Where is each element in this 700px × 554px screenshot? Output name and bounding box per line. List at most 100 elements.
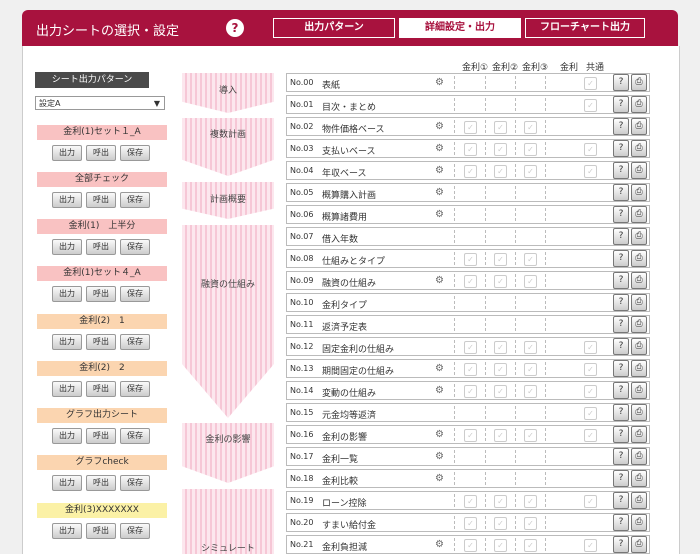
- help-icon[interactable]: ?: [613, 118, 629, 135]
- common-checkbox[interactable]: ✓: [584, 165, 597, 178]
- save-button[interactable]: 保存: [120, 523, 150, 539]
- gear-icon[interactable]: ⚙: [435, 539, 444, 550]
- gear-icon[interactable]: ⚙: [435, 121, 444, 132]
- rate-checkbox[interactable]: ✓: [494, 165, 507, 178]
- recall-button[interactable]: 呼出: [86, 145, 116, 161]
- help-icon[interactable]: ?: [613, 272, 629, 289]
- help-icon[interactable]: ?: [613, 162, 629, 179]
- rate-checkbox[interactable]: ✓: [494, 121, 507, 134]
- rate-checkbox[interactable]: ✓: [494, 143, 507, 156]
- gear-icon[interactable]: ⚙: [435, 385, 444, 396]
- rate-checkbox[interactable]: ✓: [524, 385, 537, 398]
- help-icon[interactable]: ?: [613, 228, 629, 245]
- rate-checkbox[interactable]: ✓: [494, 275, 507, 288]
- recall-button[interactable]: 呼出: [86, 239, 116, 255]
- help-icon[interactable]: ?: [613, 448, 629, 465]
- rate-checkbox[interactable]: ✓: [524, 429, 537, 442]
- rate-checkbox[interactable]: ✓: [464, 539, 477, 552]
- gear-icon[interactable]: ⚙: [435, 187, 444, 198]
- pattern-select[interactable]: 設定A ▼: [35, 96, 165, 110]
- output-button[interactable]: 出力: [52, 523, 82, 539]
- common-checkbox[interactable]: ✓: [584, 363, 597, 376]
- print-icon[interactable]: ⎙: [631, 514, 647, 531]
- print-icon[interactable]: ⎙: [631, 228, 647, 245]
- save-button[interactable]: 保存: [120, 286, 150, 302]
- help-icon[interactable]: ?: [613, 96, 629, 113]
- common-checkbox[interactable]: ✓: [584, 495, 597, 508]
- tab-detail-settings[interactable]: 詳細設定・出力: [399, 18, 521, 38]
- rate-checkbox[interactable]: ✓: [494, 341, 507, 354]
- print-icon[interactable]: ⎙: [631, 250, 647, 267]
- gear-icon[interactable]: ⚙: [435, 473, 444, 484]
- common-checkbox[interactable]: ✓: [584, 143, 597, 156]
- common-checkbox[interactable]: ✓: [584, 77, 597, 90]
- tab-output-pattern[interactable]: 出力パターン: [273, 18, 395, 38]
- recall-button[interactable]: 呼出: [86, 381, 116, 397]
- rate-checkbox[interactable]: ✓: [524, 253, 537, 266]
- output-button[interactable]: 出力: [52, 428, 82, 444]
- rate-checkbox[interactable]: ✓: [464, 143, 477, 156]
- help-icon[interactable]: ?: [613, 74, 629, 91]
- rate-checkbox[interactable]: ✓: [494, 429, 507, 442]
- help-icon[interactable]: ?: [613, 206, 629, 223]
- rate-checkbox[interactable]: ✓: [524, 165, 537, 178]
- print-icon[interactable]: ⎙: [631, 426, 647, 443]
- print-icon[interactable]: ⎙: [631, 448, 647, 465]
- help-icon[interactable]: ?: [613, 316, 629, 333]
- output-button[interactable]: 出力: [52, 286, 82, 302]
- gear-icon[interactable]: ⚙: [435, 275, 444, 286]
- rate-checkbox[interactable]: ✓: [494, 517, 507, 530]
- rate-checkbox[interactable]: ✓: [524, 143, 537, 156]
- help-icon[interactable]: ?: [613, 360, 629, 377]
- gear-icon[interactable]: ⚙: [435, 363, 444, 374]
- output-button[interactable]: 出力: [52, 239, 82, 255]
- help-icon[interactable]: ?: [613, 536, 629, 553]
- rate-checkbox[interactable]: ✓: [524, 363, 537, 376]
- help-icon[interactable]: ?: [613, 184, 629, 201]
- print-icon[interactable]: ⎙: [631, 206, 647, 223]
- rate-checkbox[interactable]: ✓: [494, 495, 507, 508]
- output-button[interactable]: 出力: [52, 475, 82, 491]
- print-icon[interactable]: ⎙: [631, 272, 647, 289]
- help-icon[interactable]: ?: [613, 250, 629, 267]
- output-button[interactable]: 出力: [52, 381, 82, 397]
- help-icon[interactable]: ?: [613, 382, 629, 399]
- output-button[interactable]: 出力: [52, 145, 82, 161]
- common-checkbox[interactable]: ✓: [584, 341, 597, 354]
- print-icon[interactable]: ⎙: [631, 96, 647, 113]
- print-icon[interactable]: ⎙: [631, 74, 647, 91]
- print-icon[interactable]: ⎙: [631, 140, 647, 157]
- print-icon[interactable]: ⎙: [631, 360, 647, 377]
- rate-checkbox[interactable]: ✓: [464, 341, 477, 354]
- save-button[interactable]: 保存: [120, 192, 150, 208]
- print-icon[interactable]: ⎙: [631, 470, 647, 487]
- gear-icon[interactable]: ⚙: [435, 429, 444, 440]
- rate-checkbox[interactable]: ✓: [524, 517, 537, 530]
- tab-flowchart-output[interactable]: フローチャート出力: [525, 18, 645, 38]
- save-button[interactable]: 保存: [120, 239, 150, 255]
- common-checkbox[interactable]: ✓: [584, 429, 597, 442]
- gear-icon[interactable]: ⚙: [435, 143, 444, 154]
- rate-checkbox[interactable]: ✓: [524, 121, 537, 134]
- help-icon[interactable]: ?: [613, 294, 629, 311]
- rate-checkbox[interactable]: ✓: [464, 275, 477, 288]
- print-icon[interactable]: ⎙: [631, 184, 647, 201]
- gear-icon[interactable]: ⚙: [435, 77, 444, 88]
- rate-checkbox[interactable]: ✓: [464, 165, 477, 178]
- rate-checkbox[interactable]: ✓: [464, 363, 477, 376]
- help-icon[interactable]: ?: [613, 514, 629, 531]
- print-icon[interactable]: ⎙: [631, 404, 647, 421]
- output-button[interactable]: 出力: [52, 334, 82, 350]
- common-checkbox[interactable]: ✓: [584, 385, 597, 398]
- help-icon[interactable]: ?: [613, 404, 629, 421]
- print-icon[interactable]: ⎙: [631, 536, 647, 553]
- print-icon[interactable]: ⎙: [631, 492, 647, 509]
- recall-button[interactable]: 呼出: [86, 192, 116, 208]
- gear-icon[interactable]: ⚙: [435, 209, 444, 220]
- help-icon[interactable]: ?: [613, 338, 629, 355]
- save-button[interactable]: 保存: [120, 334, 150, 350]
- print-icon[interactable]: ⎙: [631, 294, 647, 311]
- output-button[interactable]: 出力: [52, 192, 82, 208]
- rate-checkbox[interactable]: ✓: [494, 385, 507, 398]
- print-icon[interactable]: ⎙: [631, 382, 647, 399]
